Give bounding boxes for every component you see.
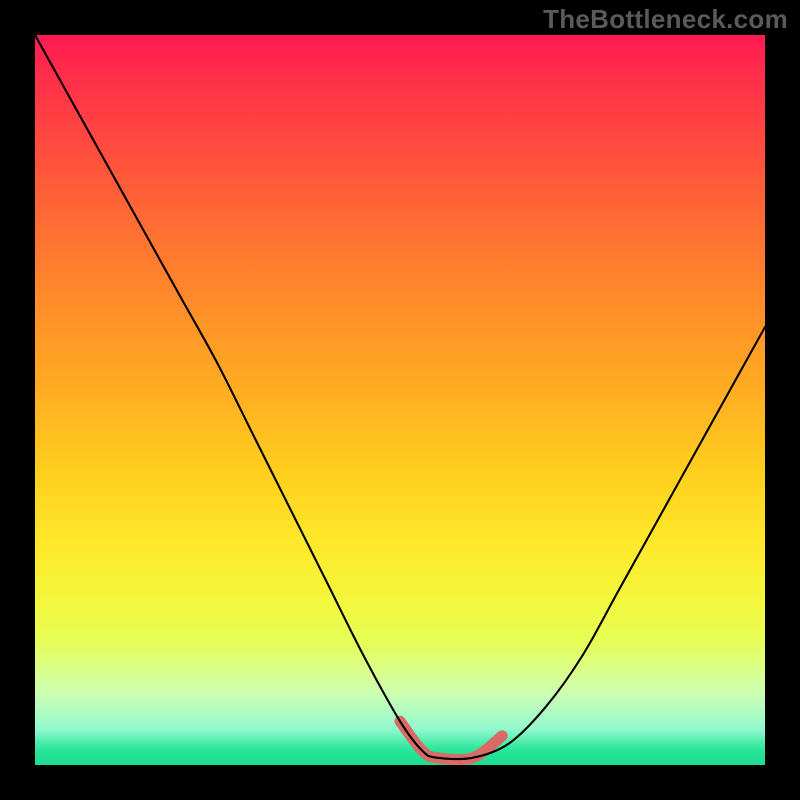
curve-overlay xyxy=(35,35,765,765)
watermark-text: TheBottleneck.com xyxy=(543,4,788,35)
plot-area xyxy=(35,35,765,765)
chart-frame: TheBottleneck.com xyxy=(0,0,800,800)
bottleneck-curve-path xyxy=(35,35,765,759)
